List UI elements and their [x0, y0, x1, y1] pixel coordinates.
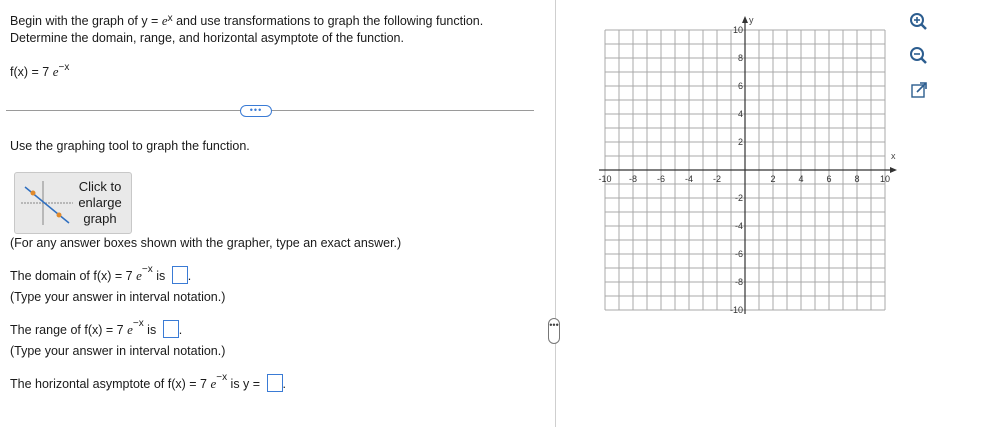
x-tick-label: 4	[798, 174, 803, 184]
enlarge-graph-label: Click to enlarge graph	[78, 179, 122, 226]
x-tick-label: -2	[713, 174, 721, 184]
exact-answer-note: (For any answer boxes shown with the gra…	[10, 236, 402, 250]
zoom-out-icon[interactable]	[907, 44, 931, 68]
y-tick-label: 2	[738, 137, 743, 147]
x-tick-label: -6	[657, 174, 665, 184]
popout-icon[interactable]	[907, 78, 931, 102]
pane-divider	[555, 0, 556, 427]
x-tick-label: -10	[598, 174, 611, 184]
y-tick-label: 8	[738, 53, 743, 63]
asymptote-answer-input[interactable]	[266, 374, 283, 392]
y-tick-label: -2	[735, 193, 743, 203]
x-tick-label: 8	[854, 174, 859, 184]
x-tick-label: 6	[826, 174, 831, 184]
x-tick-label: 2	[770, 174, 775, 184]
domain-question: The domain of f(x) = 7 e−x is .	[10, 264, 192, 284]
y-tick-label: -4	[735, 221, 743, 231]
x-axis-label: x	[891, 151, 896, 161]
coordinate-graph[interactable]: x y -10 -8 -6 -4 -2 2 4 6 8 10 10 8 6 4 2 -2 -4 -6 -8 -10	[590, 10, 905, 320]
asymptote-question: The horizontal asymptote of f(x) = 7 e−x…	[10, 372, 287, 392]
x-tick-label: 10	[880, 174, 890, 184]
y-tick-label: -6	[735, 249, 743, 259]
y-axis-arrow	[742, 16, 748, 23]
y-axis-label: y	[749, 15, 754, 25]
x-tick-label: -8	[629, 174, 637, 184]
graph-thumbnail-icon	[21, 181, 73, 225]
graph-tick-labels: x y -10 -8 -6 -4 -2 2 4 6 8 10 10 8 6 4 2 -2 -4 -6 -8 -10	[598, 15, 896, 315]
enlarge-graph-button[interactable]: Click to enlarge graph	[14, 172, 132, 234]
range-question: The range of f(x) = 7 e−x is .	[10, 318, 183, 338]
function-definition: f(x) = 7 e−x	[10, 62, 70, 79]
range-answer-input[interactable]	[162, 320, 179, 338]
y-tick-label: -10	[730, 305, 743, 315]
graph-axes	[599, 16, 897, 314]
domain-answer-input[interactable]	[171, 266, 188, 284]
y-tick-label: 6	[738, 81, 743, 91]
zoom-in-icon[interactable]	[907, 10, 931, 34]
graph-tool-instruction: Use the graphing tool to graph the funct…	[10, 139, 250, 153]
range-hint: (Type your answer in interval notation.)	[10, 344, 226, 358]
y-tick-label: 10	[733, 25, 743, 35]
question-instruction: Begin with the graph of y = ex and use t…	[10, 13, 484, 45]
domain-hint: (Type your answer in interval notation.)	[10, 290, 226, 304]
x-tick-label: -4	[685, 174, 693, 184]
expand-button[interactable]: •••	[240, 105, 272, 117]
y-tick-label: 4	[738, 109, 743, 119]
y-tick-label: -8	[735, 277, 743, 287]
x-axis-arrow	[890, 167, 897, 173]
pane-resize-handle[interactable]: •••	[548, 318, 560, 344]
